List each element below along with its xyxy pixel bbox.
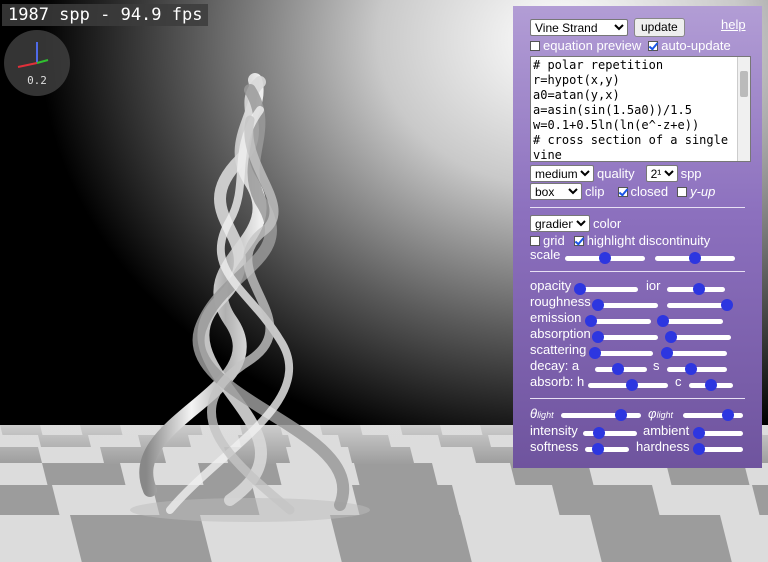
absorb-c-slider-knob[interactable] xyxy=(705,379,717,391)
vine-strand-sculpture xyxy=(130,73,370,522)
emission-slider-2[interactable] xyxy=(657,315,723,327)
hardness-slider[interactable] xyxy=(693,443,743,455)
decay-s-slider-knob[interactable] xyxy=(685,363,697,375)
color-label: color xyxy=(593,216,622,231)
scale-slider-2-knob[interactable] xyxy=(689,252,701,264)
decay-a-slider-knob[interactable] xyxy=(612,363,625,375)
phi-light-slider[interactable] xyxy=(683,409,743,421)
color-select[interactable]: gradient xyxy=(530,215,590,232)
scale-slider-1-knob[interactable] xyxy=(599,252,611,264)
softness-slider-knob[interactable] xyxy=(592,443,605,455)
grid-label: grid xyxy=(543,233,565,248)
theta-light-label: θlight xyxy=(530,406,554,421)
closed-checkbox[interactable] xyxy=(617,186,628,197)
hardness-label: hardness xyxy=(636,439,690,454)
softness-label: softness xyxy=(530,439,579,454)
equation-preview-label: equation preview xyxy=(543,38,642,53)
absorption-label: absorption xyxy=(530,326,591,341)
absorb-c-label: c xyxy=(675,374,682,389)
spp-select[interactable]: 2¹² xyxy=(645,165,678,182)
clip-label: clip xyxy=(585,184,605,199)
decay-a-slider[interactable] xyxy=(595,363,647,375)
axes-scale-label: 0.2 xyxy=(27,74,47,87)
divider xyxy=(530,398,745,399)
ior-label: ior xyxy=(646,278,661,293)
grid-checkbox[interactable] xyxy=(530,235,540,246)
opacity-label: opacity xyxy=(530,278,572,293)
emission-slider-knob[interactable] xyxy=(585,315,597,327)
spp-label: spp xyxy=(680,166,702,181)
decay-s-slider[interactable] xyxy=(667,363,727,375)
roughness-label: roughness xyxy=(530,294,591,309)
editor-scrollbar[interactable] xyxy=(737,57,750,161)
absorb-h-slider-knob[interactable] xyxy=(626,379,638,391)
quality-label: quality xyxy=(597,166,635,181)
clip-select[interactable]: box xyxy=(530,183,582,200)
fps-readout: 1987 spp - 94.9 fps xyxy=(2,4,209,26)
floor-tile xyxy=(0,485,60,515)
scattering-label: scattering xyxy=(530,342,587,357)
highlight-discontinuity-checkbox[interactable] xyxy=(573,235,584,246)
absorb-h-slider[interactable] xyxy=(588,379,668,391)
scale-slider-1[interactable] xyxy=(565,252,645,264)
phi-light-slider-knob[interactable] xyxy=(722,409,734,421)
absorption-slider-2-knob[interactable] xyxy=(665,331,677,343)
scale-label: scale xyxy=(530,247,561,262)
opacity-slider-knob[interactable] xyxy=(574,283,586,295)
theta-light-slider-knob[interactable] xyxy=(615,409,627,421)
floor-tile xyxy=(552,485,660,515)
phi-light-label: φlight xyxy=(648,406,673,421)
roughness-slider-knob[interactable] xyxy=(592,299,604,311)
ior-slider[interactable] xyxy=(667,283,725,295)
absorption-slider[interactable] xyxy=(592,331,658,343)
ambient-slider[interactable] xyxy=(693,427,743,439)
scattering-slider-2[interactable] xyxy=(661,347,727,359)
y-up-checkbox[interactable] xyxy=(677,186,688,197)
softness-slider[interactable] xyxy=(585,443,629,455)
help-link[interactable]: help xyxy=(721,17,746,32)
closed-label: closed xyxy=(630,184,669,199)
floor-tile xyxy=(590,515,732,562)
quality-select[interactable]: medium xyxy=(530,165,594,182)
auto-update-label: auto-update xyxy=(661,38,731,53)
scattering-slider[interactable] xyxy=(589,347,653,359)
emission-label: emission xyxy=(530,310,582,325)
equation-text: # polar repetition r=hypot(x,y) a0=atan(… xyxy=(533,58,729,162)
scale-slider-2[interactable] xyxy=(655,252,735,264)
preset-select[interactable]: Vine Strand xyxy=(530,19,628,36)
emission-slider-2-knob[interactable] xyxy=(657,315,669,327)
ambient-slider-knob[interactable] xyxy=(693,427,705,439)
intensity-label: intensity xyxy=(530,423,578,438)
scattering-slider-2-knob[interactable] xyxy=(661,347,673,359)
intensity-slider[interactable] xyxy=(583,427,637,439)
auto-update-checkbox[interactable] xyxy=(648,40,659,51)
scattering-slider-knob[interactable] xyxy=(589,347,601,359)
equation-preview-checkbox[interactable] xyxy=(530,40,540,51)
opacity-slider[interactable] xyxy=(574,283,638,295)
theta-light-slider[interactable] xyxy=(561,409,641,421)
roughness-slider[interactable] xyxy=(592,299,658,311)
absorption-slider-2[interactable] xyxy=(665,331,731,343)
absorption-slider-knob[interactable] xyxy=(592,331,604,343)
equation-editor[interactable]: # polar repetition r=hypot(x,y) a0=atan(… xyxy=(530,56,751,162)
y-up-label: y-up xyxy=(690,184,716,199)
emission-slider[interactable] xyxy=(585,315,651,327)
ior-slider-knob[interactable] xyxy=(692,283,705,295)
intensity-slider-knob[interactable] xyxy=(593,427,606,439)
settings-panel: Vine Strand update help equation preview… xyxy=(513,6,762,468)
update-button[interactable]: update xyxy=(634,18,685,37)
highlight-discontinuity-label: highlight discontinuity xyxy=(586,233,711,248)
axes-gizmo[interactable]: 0.2 xyxy=(4,30,70,96)
roughness-slider-2[interactable] xyxy=(667,299,733,311)
absorb-c-slider[interactable] xyxy=(689,379,733,391)
ambient-label: ambient xyxy=(643,423,690,438)
hardness-slider-knob[interactable] xyxy=(693,443,705,455)
decay-a-label: decay: a xyxy=(530,358,580,373)
divider xyxy=(530,271,745,272)
divider xyxy=(530,207,745,208)
absorb-h-label: absorb: h xyxy=(530,374,585,389)
roughness-slider-2-knob[interactable] xyxy=(721,299,733,311)
decay-s-label: s xyxy=(653,358,660,373)
